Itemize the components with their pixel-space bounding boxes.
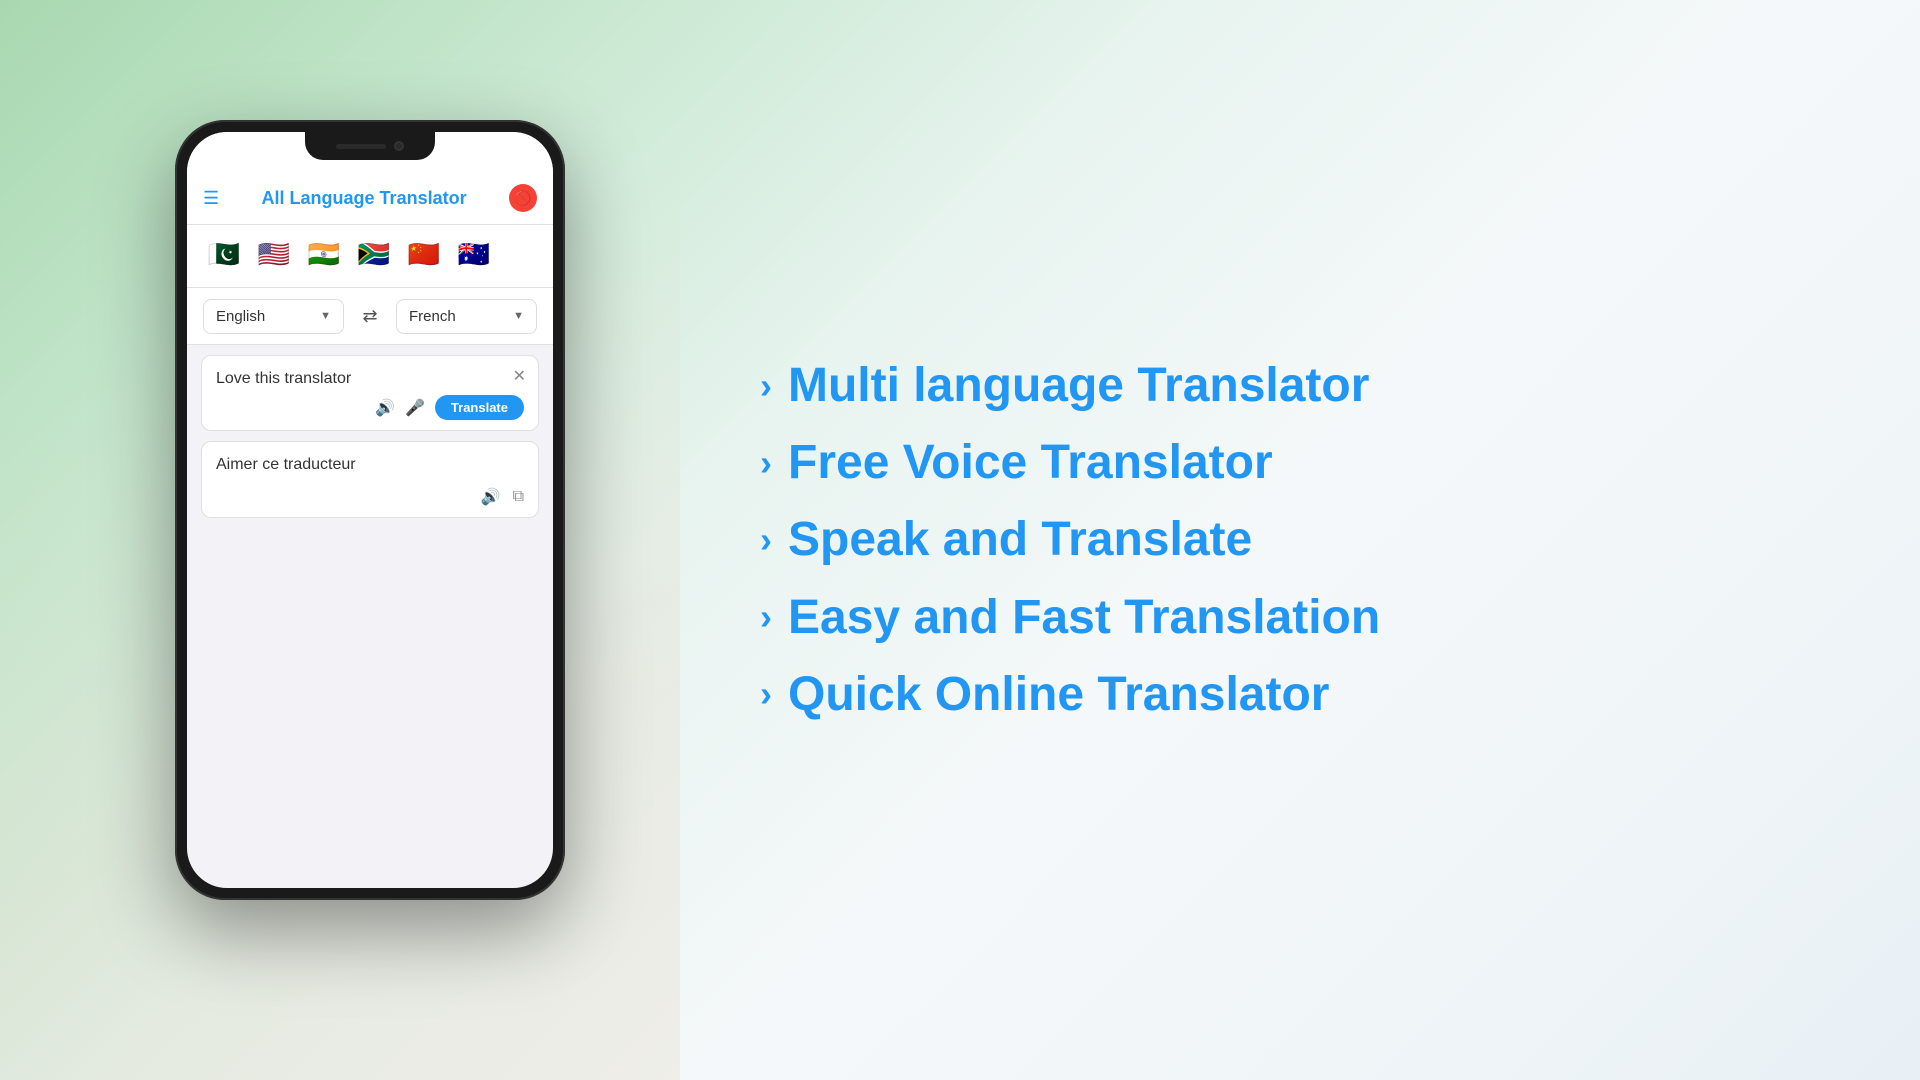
output-controls: 🔊 ⧉ (481, 487, 524, 507)
chevron-right-icon-2: › (760, 445, 772, 481)
feature-item-3: › Speak and Translate (760, 506, 1840, 573)
phone-screen: ☰ All Language Translator 🚫 🇵🇰 🇺🇸 🇮🇳 🇿🇦 … (187, 132, 553, 888)
notch-camera (394, 141, 404, 151)
output-text: Aimer ce traducteur (216, 454, 524, 476)
flag-pakistan[interactable]: 🇵🇰 (203, 233, 245, 275)
notch-speaker (336, 144, 386, 149)
translation-area: Love this translator ✕ 🔊 🎤 Translate Aim… (187, 345, 553, 888)
input-box: Love this translator ✕ 🔊 🎤 Translate (201, 355, 539, 431)
feature-text-2: Free Voice Translator (788, 435, 1273, 490)
app-title: All Language Translator (219, 188, 509, 209)
target-language-button[interactable]: French ▼ (396, 299, 537, 334)
phone-notch (305, 132, 435, 160)
feature-text-1: Multi language Translator (788, 358, 1369, 413)
feature-text-3: Speak and Translate (788, 512, 1252, 567)
feature-item-1: › Multi language Translator (760, 352, 1840, 419)
right-panel: › Multi language Translator › Free Voice… (680, 0, 1920, 1080)
output-box: Aimer ce traducteur 🔊 ⧉ (201, 441, 539, 517)
target-chevron-icon: ▼ (513, 310, 524, 322)
feature-item-5: › Quick Online Translator (760, 661, 1840, 728)
flag-india[interactable]: 🇮🇳 (303, 233, 345, 275)
input-controls: 🔊 🎤 Translate (216, 395, 524, 420)
flag-south-africa[interactable]: 🇿🇦 (353, 233, 395, 275)
output-speaker-icon[interactable]: 🔊 (481, 487, 501, 507)
chevron-right-icon-5: › (760, 676, 772, 712)
swap-languages-button[interactable]: ⇄ (352, 298, 388, 334)
feature-text-4: Easy and Fast Translation (788, 590, 1380, 645)
left-panel: ☰ All Language Translator 🚫 🇵🇰 🇺🇸 🇮🇳 🇿🇦 … (0, 0, 680, 1080)
flag-australia[interactable]: 🇦🇺 (453, 233, 495, 275)
source-chevron-icon: ▼ (320, 310, 331, 322)
flag-china[interactable]: 🇨🇳 (403, 233, 445, 275)
mic-icon[interactable]: 🎤 (405, 398, 425, 418)
chevron-right-icon-4: › (760, 599, 772, 635)
input-text[interactable]: Love this translator (216, 368, 524, 390)
translate-button[interactable]: Translate (435, 395, 524, 420)
feature-text-5: Quick Online Translator (788, 667, 1329, 722)
flags-row: 🇵🇰 🇺🇸 🇮🇳 🇿🇦 🇨🇳 🇦🇺 (187, 225, 553, 288)
clear-input-button[interactable]: ✕ (513, 366, 526, 386)
chevron-right-icon-3: › (760, 522, 772, 558)
chevron-right-icon-1: › (760, 368, 772, 404)
flag-usa[interactable]: 🇺🇸 (253, 233, 295, 275)
phone-frame: ☰ All Language Translator 🚫 🇵🇰 🇺🇸 🇮🇳 🇿🇦 … (175, 120, 565, 900)
target-language-label: French (409, 308, 456, 325)
source-language-button[interactable]: English ▼ (203, 299, 344, 334)
copy-icon[interactable]: ⧉ (513, 488, 524, 506)
feature-item-2: › Free Voice Translator (760, 429, 1840, 496)
menu-icon[interactable]: ☰ (203, 188, 219, 209)
source-language-label: English (216, 308, 265, 325)
app-header: ☰ All Language Translator 🚫 (187, 176, 553, 225)
feature-item-4: › Easy and Fast Translation (760, 584, 1840, 651)
speaker-icon[interactable]: 🔊 (375, 398, 395, 418)
language-selector: English ▼ ⇄ French ▼ (187, 288, 553, 345)
no-ads-icon[interactable]: 🚫 (509, 184, 537, 212)
